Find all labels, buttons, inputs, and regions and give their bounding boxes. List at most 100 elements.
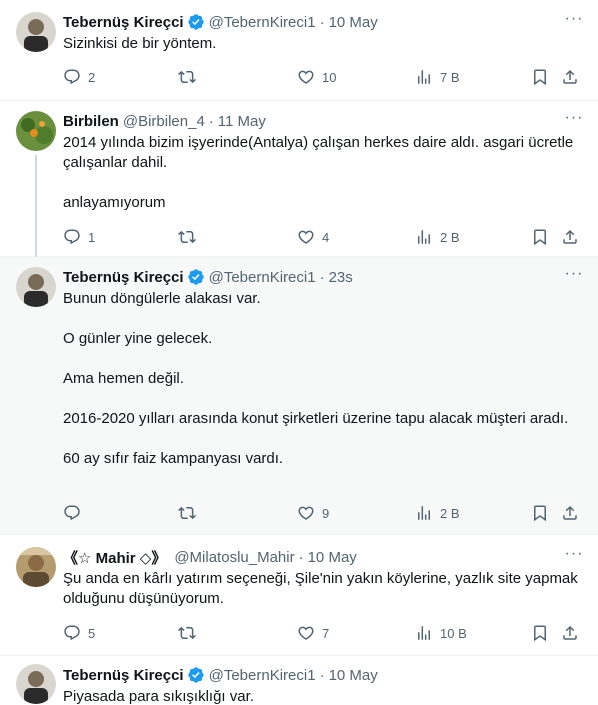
author-name[interactable]: Tebernüş Kireçci bbox=[63, 269, 184, 286]
tweet-time[interactable]: 10 May bbox=[329, 14, 378, 31]
avatar[interactable] bbox=[16, 547, 56, 587]
views-count: 2 B bbox=[440, 505, 460, 521]
separator-dot: · bbox=[298, 548, 304, 566]
tweet-time[interactable]: 23s bbox=[329, 269, 353, 286]
tweet-text: Piyasada para sıkışıklığı var. bbox=[63, 688, 254, 705]
tweet-text: Şu anda en kârlı yatırım seçeneği, Şile'… bbox=[63, 570, 582, 607]
retweet-button[interactable] bbox=[178, 503, 196, 523]
share-button[interactable] bbox=[561, 503, 579, 523]
reply-icon bbox=[63, 228, 81, 246]
more-icon[interactable]: ··· bbox=[564, 11, 584, 32]
views-button[interactable]: 10 B bbox=[415, 623, 467, 643]
like-button[interactable]: 10 bbox=[297, 67, 336, 87]
tweet-header: Tebernüş Kireçci @TebernKireci1 · 23s bbox=[63, 267, 584, 287]
tweet-header: 《☆ Mahir ◇》 @Milatoslu_Mahir · 10 May bbox=[63, 547, 584, 567]
more-icon[interactable]: ··· bbox=[564, 546, 584, 567]
views-count: 10 B bbox=[440, 625, 467, 641]
avatar[interactable] bbox=[16, 664, 56, 704]
like-icon bbox=[297, 624, 315, 642]
tweet-text: 2014 yılında bizim işyerinde(Antalya) ça… bbox=[63, 134, 574, 211]
separator-dot: · bbox=[319, 13, 325, 31]
bookmark-icon bbox=[531, 68, 549, 86]
retweet-icon bbox=[178, 624, 196, 642]
reply-button[interactable]: 1 bbox=[63, 227, 95, 247]
avatar[interactable] bbox=[16, 267, 56, 307]
share-button[interactable] bbox=[561, 623, 579, 643]
bookmark-icon bbox=[531, 624, 549, 642]
like-icon bbox=[297, 504, 315, 522]
share-icon bbox=[561, 228, 579, 246]
reply-count: 2 bbox=[88, 69, 96, 85]
tweet-text: Bunun döngülerle alakası var. O günler y… bbox=[63, 290, 569, 467]
views-count: 7 B bbox=[440, 69, 460, 85]
retweet-icon bbox=[178, 68, 196, 86]
author-name[interactable]: Tebernüş Kireçci bbox=[63, 14, 184, 31]
author-handle[interactable]: @TebernKireci1 bbox=[209, 14, 316, 31]
views-count: 2 B bbox=[440, 229, 460, 245]
separator-dot: · bbox=[319, 268, 325, 286]
retweet-button[interactable] bbox=[178, 67, 196, 87]
tweet-time[interactable]: 10 May bbox=[308, 549, 357, 566]
views-button[interactable]: 2 B bbox=[415, 503, 460, 523]
share-icon bbox=[561, 504, 579, 522]
avatar[interactable] bbox=[16, 111, 56, 151]
reply-button[interactable]: 2 bbox=[63, 67, 95, 87]
author-name[interactable]: 《☆ Mahir ◇》 bbox=[63, 547, 166, 568]
avatar[interactable] bbox=[16, 12, 56, 52]
tweet-text: Sizinkisi de bir yöntem. bbox=[63, 35, 217, 52]
views-icon bbox=[415, 624, 433, 642]
separator-dot: · bbox=[319, 666, 325, 684]
like-button[interactable]: 4 bbox=[297, 227, 329, 247]
thread-line bbox=[35, 155, 37, 257]
author-name[interactable]: Birbilen bbox=[63, 113, 119, 130]
share-button[interactable] bbox=[561, 67, 579, 87]
reply-button[interactable] bbox=[63, 503, 81, 523]
bookmark-button[interactable] bbox=[531, 67, 549, 87]
like-icon bbox=[297, 228, 315, 246]
verified-badge-icon bbox=[187, 13, 205, 31]
reply-count: 5 bbox=[88, 625, 96, 641]
share-icon bbox=[561, 68, 579, 86]
tweet[interactable]: Birbilen @Birbilen_4 · 11 May 2014 yılın… bbox=[0, 101, 598, 257]
views-icon bbox=[415, 68, 433, 86]
retweet-icon bbox=[178, 228, 196, 246]
like-button[interactable]: 9 bbox=[297, 503, 329, 523]
author-handle[interactable]: @Birbilen_4 bbox=[123, 113, 205, 130]
author-handle[interactable]: @TebernKireci1 bbox=[209, 667, 316, 684]
more-icon[interactable]: ··· bbox=[564, 266, 584, 287]
bookmark-button[interactable] bbox=[531, 503, 549, 523]
reply-icon bbox=[63, 68, 81, 86]
share-button[interactable] bbox=[561, 227, 579, 247]
tweet[interactable]: 《☆ Mahir ◇》 @Milatoslu_Mahir · 10 May Şu… bbox=[0, 535, 598, 656]
like-count: 7 bbox=[322, 625, 330, 641]
bookmark-button[interactable] bbox=[531, 623, 549, 643]
author-handle[interactable]: @TebernKireci1 bbox=[209, 269, 316, 286]
tweet-header: Tebernüş Kireçci @TebernKireci1 · 10 May bbox=[63, 665, 584, 685]
retweet-button[interactable] bbox=[178, 623, 196, 643]
reply-button[interactable]: 5 bbox=[63, 623, 95, 643]
reply-icon bbox=[63, 624, 81, 642]
tweet-time[interactable]: 11 May bbox=[218, 113, 266, 130]
like-count: 9 bbox=[322, 505, 330, 521]
like-button[interactable]: 7 bbox=[297, 623, 329, 643]
bookmark-button[interactable] bbox=[531, 227, 549, 247]
views-icon bbox=[415, 228, 433, 246]
share-icon bbox=[561, 624, 579, 642]
tweet[interactable]: Tebernüş Kireçci @TebernKireci1 · 10 May… bbox=[0, 656, 598, 705]
views-button[interactable]: 7 B bbox=[415, 67, 460, 87]
reply-count: 1 bbox=[88, 229, 96, 245]
tweet[interactable]: Tebernüş Kireçci @TebernKireci1 · 10 May… bbox=[0, 0, 598, 101]
bookmark-icon bbox=[531, 504, 549, 522]
verified-badge-icon bbox=[187, 268, 205, 286]
tweet-time[interactable]: 10 May bbox=[329, 667, 378, 684]
like-icon bbox=[297, 68, 315, 86]
views-button[interactable]: 2 B bbox=[415, 227, 460, 247]
bookmark-icon bbox=[531, 228, 549, 246]
author-name[interactable]: Tebernüş Kireçci bbox=[63, 667, 184, 684]
more-icon[interactable]: ··· bbox=[564, 110, 584, 131]
retweet-button[interactable] bbox=[178, 227, 196, 247]
like-count: 4 bbox=[322, 229, 330, 245]
retweet-icon bbox=[178, 504, 196, 522]
author-handle[interactable]: @Milatoslu_Mahir bbox=[174, 549, 294, 566]
tweet-focused[interactable]: Tebernüş Kireçci @TebernKireci1 · 23s Bu… bbox=[0, 257, 598, 535]
